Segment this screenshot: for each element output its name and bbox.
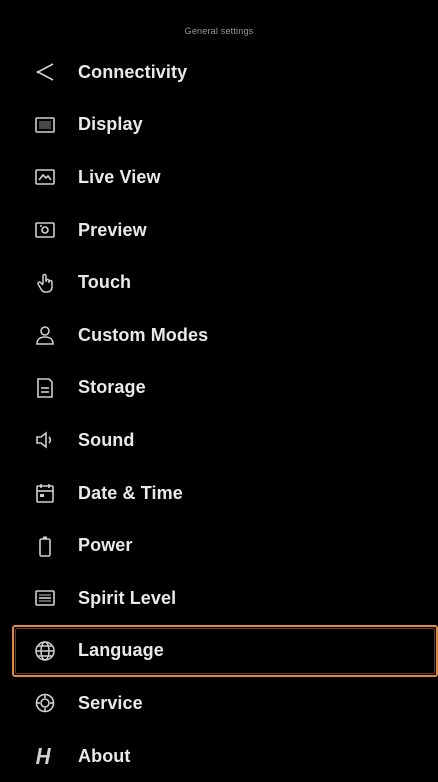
- globe-icon: [30, 637, 60, 665]
- menu-item-about[interactable]: About: [0, 730, 438, 782]
- menu-item-label: Spirit Level: [78, 587, 177, 608]
- display-icon: [30, 111, 60, 139]
- menu-item-custom-modes[interactable]: Custom Modes: [0, 309, 438, 362]
- menu-item-display[interactable]: Display: [0, 99, 438, 152]
- spirit-level-icon: [30, 584, 60, 612]
- page-title: General settings: [184, 26, 254, 36]
- menu-item-spirit-level[interactable]: Spirit Level: [0, 572, 438, 625]
- speaker-icon: [30, 426, 60, 454]
- menu-item-label: Connectivity: [78, 61, 188, 82]
- live-view-icon: [30, 163, 60, 191]
- brand-logo-icon: [30, 742, 60, 770]
- menu-item-power[interactable]: Power: [0, 519, 438, 572]
- menu-item-label: Touch: [78, 272, 132, 293]
- preview-icon: [30, 216, 60, 244]
- menu-item-label: Custom Modes: [78, 324, 209, 345]
- menu-item-label: Preview: [78, 219, 147, 240]
- menu-item-date-time[interactable]: Date & Time: [0, 467, 438, 520]
- menu-item-storage[interactable]: Storage: [0, 362, 438, 415]
- menu-item-label: Live View: [78, 166, 161, 187]
- menu-item-label: Date & Time: [78, 482, 183, 503]
- menu-item-live-view[interactable]: Live View: [0, 151, 438, 204]
- menu-item-label: Power: [78, 535, 133, 556]
- settings-menu: Connectivity Display Live View Preview T…: [0, 46, 438, 782]
- menu-item-touch[interactable]: Touch: [0, 256, 438, 309]
- battery-icon: [30, 532, 60, 560]
- menu-item-label: Sound: [78, 429, 135, 450]
- service-icon: [30, 689, 60, 717]
- menu-item-sound[interactable]: Sound: [0, 414, 438, 467]
- menu-item-connectivity[interactable]: Connectivity: [0, 46, 438, 99]
- touch-icon: [30, 269, 60, 297]
- share-icon: [30, 58, 60, 86]
- menu-item-preview[interactable]: Preview: [0, 204, 438, 257]
- menu-item-language[interactable]: Language: [12, 624, 438, 678]
- menu-item-label: Service: [78, 692, 143, 713]
- calendar-icon: [30, 479, 60, 507]
- menu-item-label: About: [78, 745, 131, 766]
- menu-item-label: Display: [78, 114, 143, 135]
- menu-item-label: Storage: [78, 377, 146, 398]
- user-icon: [30, 321, 60, 349]
- menu-item-label: Language: [78, 640, 164, 661]
- storage-icon: [30, 374, 60, 402]
- menu-item-service[interactable]: Service: [0, 677, 438, 730]
